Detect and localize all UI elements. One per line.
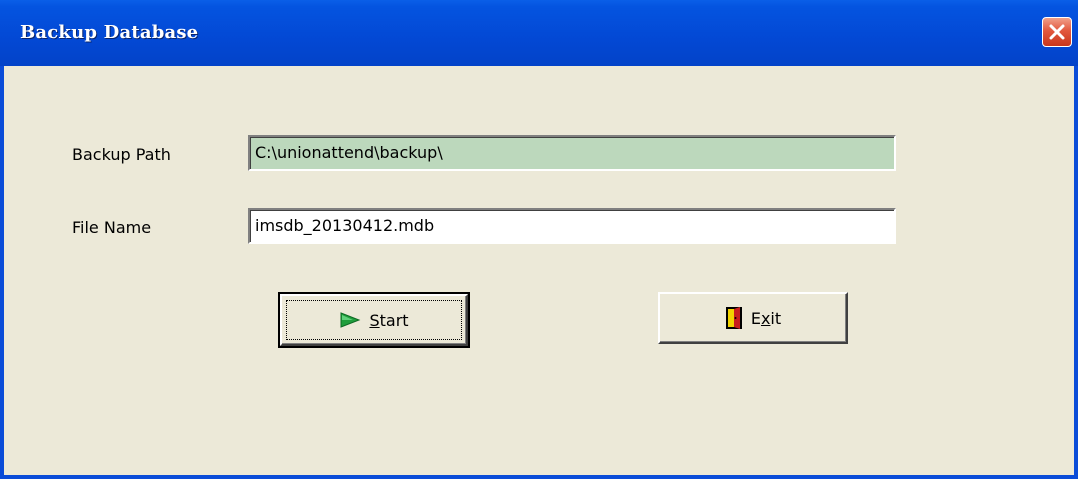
backup-path-field: C:\unionattend\backup\ <box>248 135 896 171</box>
close-button[interactable] <box>1042 17 1072 47</box>
door-icon <box>725 307 742 329</box>
start-button-label: Start <box>369 310 409 330</box>
play-arrow-icon <box>340 312 361 328</box>
close-icon <box>1049 24 1065 40</box>
file-name-label: File Name <box>72 218 152 237</box>
exit-button[interactable]: Exit <box>658 292 848 344</box>
exit-button-label: Exit <box>750 308 782 328</box>
file-name-input[interactable]: imsdb_20130412.mdb <box>248 208 896 244</box>
start-button[interactable]: Start <box>278 292 470 348</box>
backup-path-label: Backup Path <box>72 145 171 164</box>
title-bar[interactable]: Backup Database <box>0 0 1078 66</box>
backup-database-dialog: Backup Database Backup Path C:\unionatte… <box>0 0 1078 479</box>
window-title: Backup Database <box>20 22 199 43</box>
